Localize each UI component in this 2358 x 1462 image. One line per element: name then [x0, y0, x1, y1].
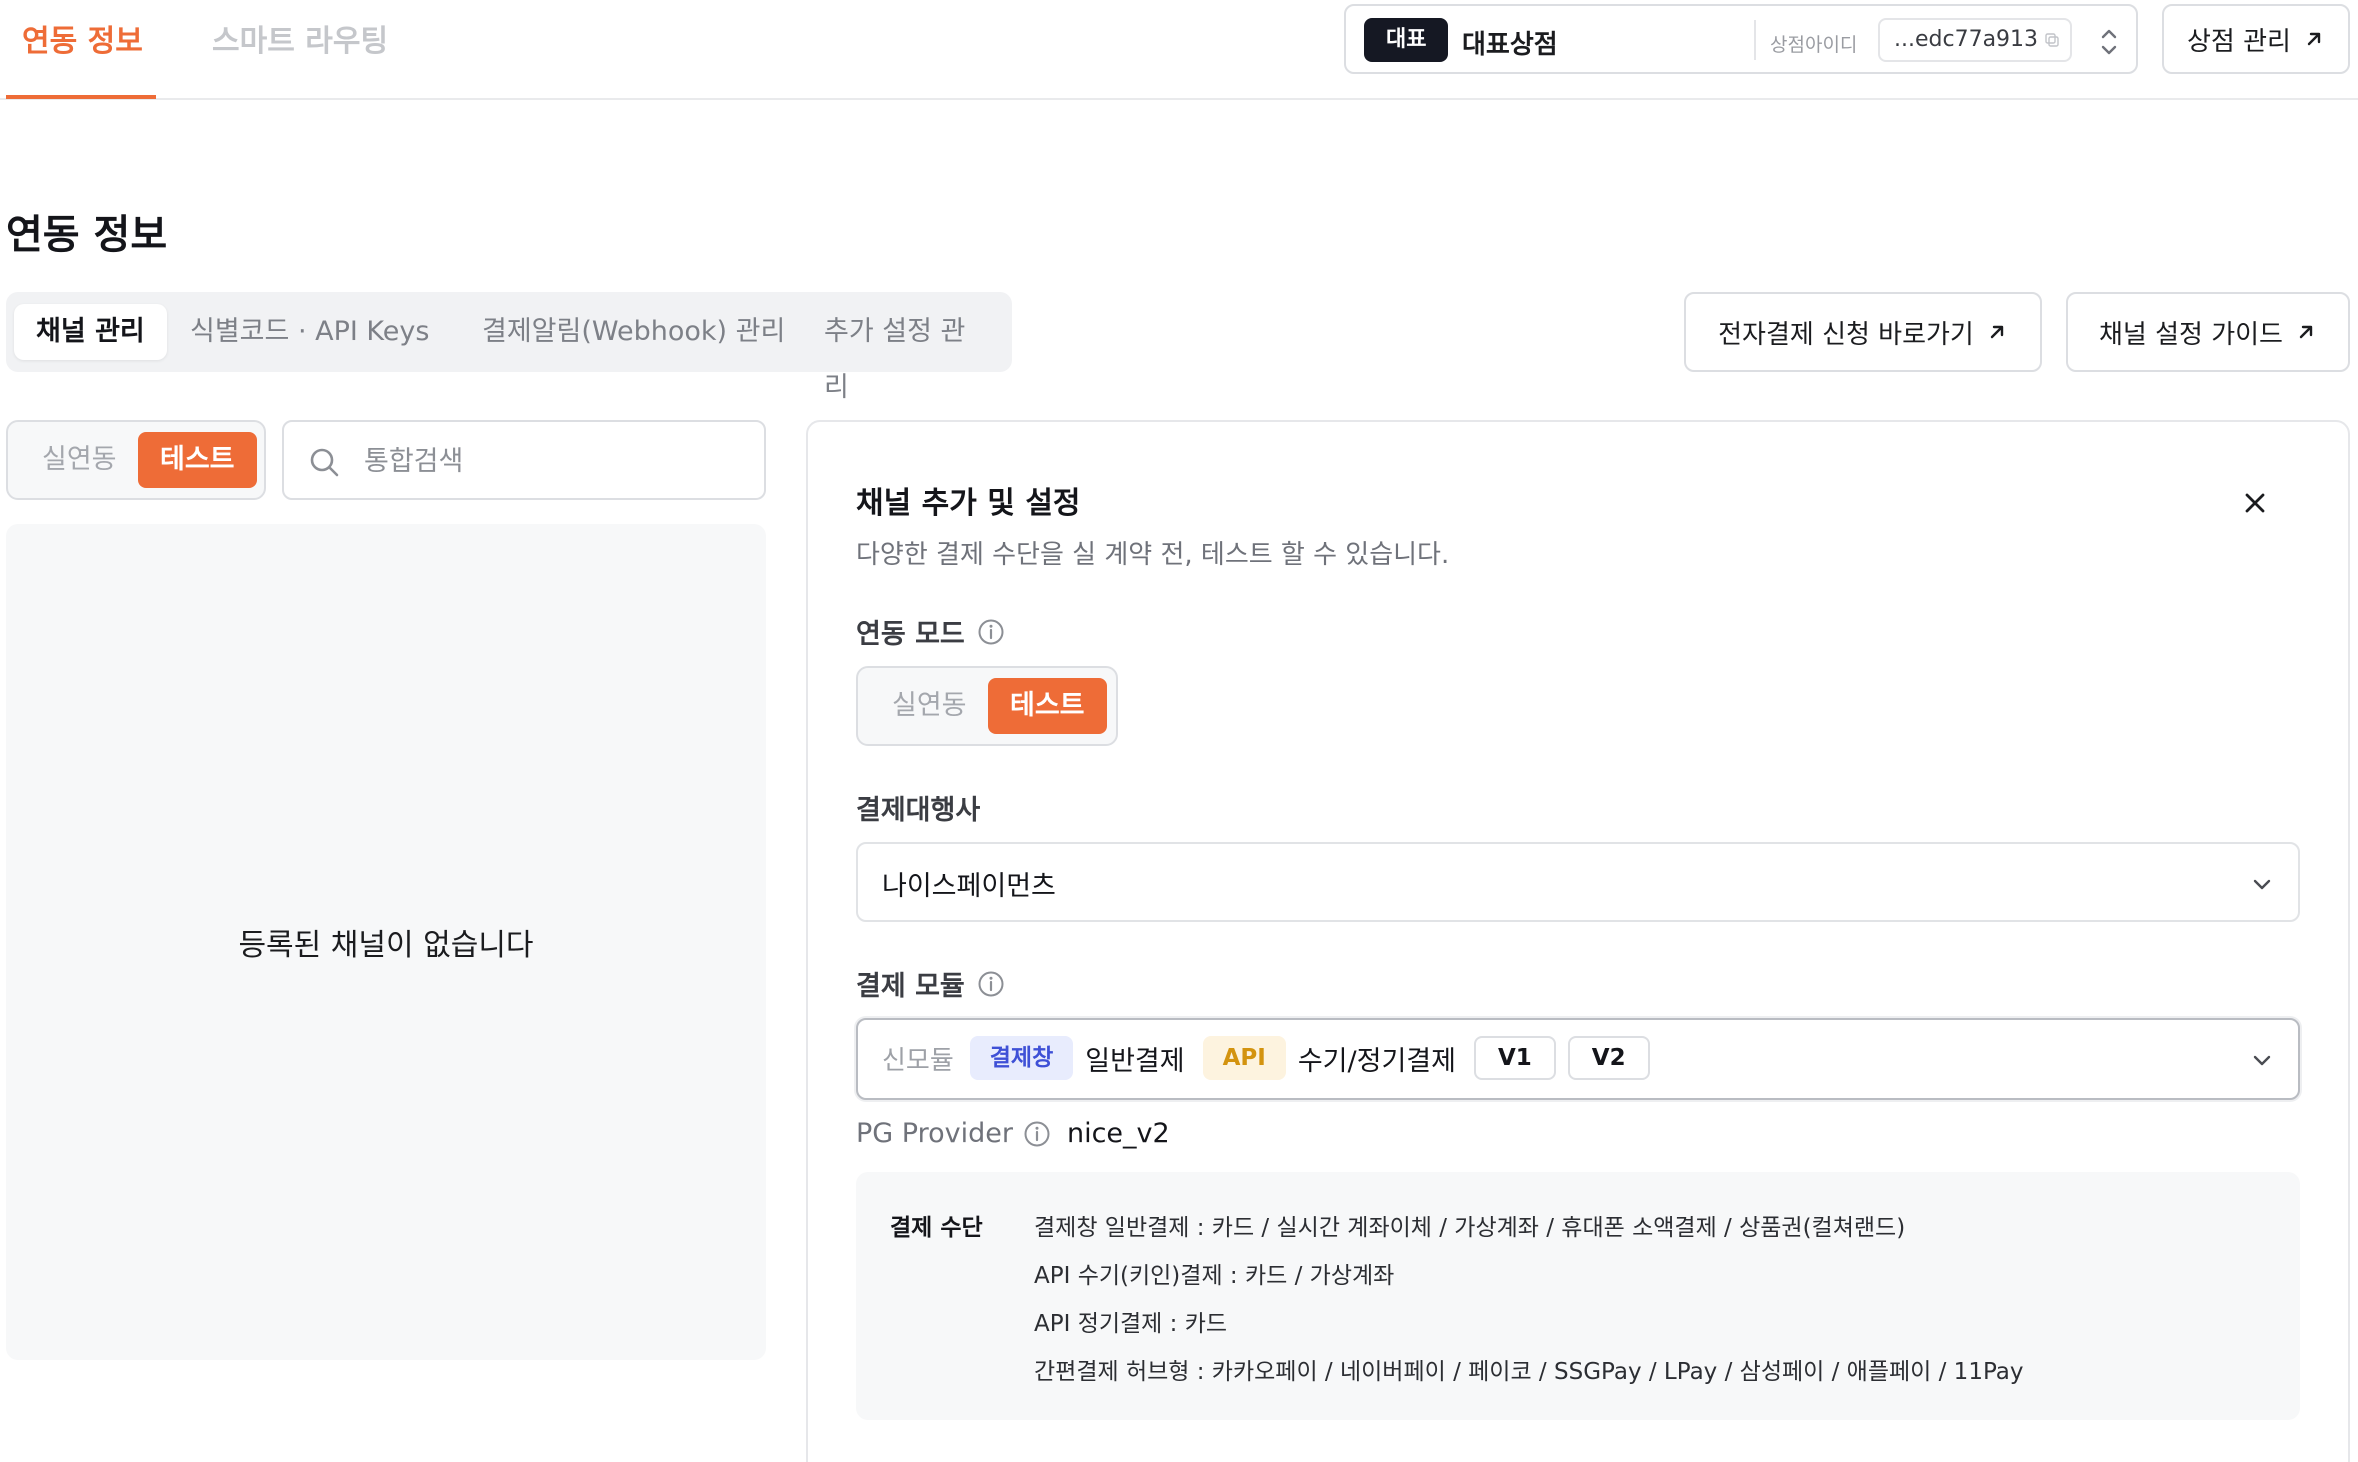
payment-method-line: 간편결제 허브형 : 카카오페이 / 네이버페이 / 페이코 / SSGPay …	[1034, 1359, 2024, 1385]
representative-badge: 대표	[1364, 18, 1449, 62]
mode-label: 연동 모드	[856, 612, 1005, 651]
pg-select-value: 나이스페이먼츠	[882, 871, 1056, 902]
pg-provider-row: PG Provider nice_v2	[856, 1118, 1170, 1149]
list-mode-toggle: 실연동 테스트	[6, 420, 266, 500]
drawer-title: 채널 추가 및 설정	[856, 486, 1081, 521]
tab-smart-routing[interactable]: 스마트 라우팅	[212, 16, 388, 60]
channel-guide-label: 채널 설정 가이드	[2099, 319, 2283, 350]
apply-payment-link-button[interactable]: 전자결제 신청 바로가기	[1684, 292, 2042, 372]
chevron-down-icon	[2253, 879, 2271, 890]
info-icon[interactable]	[1023, 1120, 1051, 1148]
api-chip: API	[1202, 1036, 1286, 1080]
sub-tabs: 채널 관리 식별코드 · API Keys 결제알림(Webhook) 관리 추…	[6, 292, 1012, 403]
list-mode-test[interactable]: 테스트	[138, 432, 257, 488]
new-module-label: 신모듈	[882, 1045, 954, 1076]
active-tab-indicator	[6, 95, 156, 99]
payment-window-chip: 결제창	[969, 1036, 1074, 1080]
module-label-text: 결제 모듈	[856, 971, 965, 1002]
search-icon	[310, 448, 339, 477]
chevron-up-down-icon	[2101, 29, 2117, 55]
pg-label: 결제대행사	[856, 788, 980, 827]
payment-methods-label: 결제 수단	[890, 1215, 983, 1241]
pg-provider-value: nice_v2	[1066, 1118, 1170, 1149]
tab-channel-management[interactable]: 채널 관리	[14, 304, 167, 360]
payment-method-line: API 수기(키인)결제 : 카드 / 가상계좌	[1034, 1263, 1395, 1289]
store-selector[interactable]: 대표 대표상점 상점아이디 ...edc77a913	[1344, 4, 2138, 74]
store-manage-button[interactable]: 상점 관리	[2162, 4, 2350, 74]
tab-integration-info[interactable]: 연동 정보	[22, 16, 143, 60]
copy-icon[interactable]	[2044, 32, 2060, 48]
store-name: 대표상점	[1462, 30, 1558, 60]
module-select-content: 신모듈 결제창 일반결제 API 수기/정기결제 V1 V2	[882, 1034, 1650, 1082]
pg-select[interactable]: 나이스페이먼츠	[856, 842, 2300, 922]
drawer-mode-live[interactable]: 실연동	[870, 678, 989, 734]
drawer-description: 다양한 결제 수단을 실 계약 전, 테스트 할 수 있습니다.	[856, 540, 1450, 570]
top-nav: 연동 정보 스마트 라우팅 대표 대표상점 상점아이디 ...edc77a913…	[0, 0, 2358, 100]
external-link-icon	[1990, 325, 2004, 339]
info-icon[interactable]	[977, 618, 1005, 646]
external-link-icon	[2307, 32, 2321, 46]
version-v2-chip: V2	[1567, 1036, 1650, 1080]
store-id-value: ...edc77a913	[1894, 27, 2039, 52]
apply-payment-link-label: 전자결제 신청 바로가기	[1718, 319, 1974, 350]
close-icon[interactable]	[2240, 488, 2270, 518]
recurring-payment-text: 수기/정기결제	[1297, 1045, 1456, 1077]
store-selector-divider	[1754, 20, 1756, 60]
tab-identifier-api-keys[interactable]: 식별코드 · API Keys	[168, 304, 451, 360]
tab-webhook-management[interactable]: 결제알림(Webhook) 관리	[460, 304, 807, 360]
channel-list-empty: 등록된 채널이 없습니다	[6, 524, 766, 1360]
channel-settings-drawer: 채널 추가 및 설정 다양한 결제 수단을 실 계약 전, 테스트 할 수 있습…	[806, 420, 2350, 1462]
mode-label-text: 연동 모드	[856, 619, 965, 650]
list-mode-live[interactable]: 실연동	[20, 432, 139, 488]
store-manage-label: 상점 관리	[2187, 26, 2291, 57]
chevron-down-icon	[2253, 1055, 2271, 1066]
general-payment-text: 일반결제	[1085, 1045, 1185, 1077]
search-box	[282, 420, 766, 500]
drawer-mode-test[interactable]: 테스트	[988, 678, 1107, 734]
store-id-box[interactable]: ...edc77a913	[1878, 18, 2072, 62]
store-id-label: 상점아이디	[1770, 34, 1858, 56]
channel-guide-button[interactable]: 채널 설정 가이드	[2066, 292, 2350, 372]
search-input[interactable]	[364, 438, 744, 484]
pg-label-text: 결제대행사	[856, 795, 981, 826]
module-select[interactable]: 신모듈 결제창 일반결제 API 수기/정기결제 V1 V2	[856, 1018, 2300, 1100]
drawer-mode-toggle: 실연동 테스트	[856, 666, 1118, 746]
payment-method-line: API 정기결제 : 카드	[1034, 1311, 1228, 1337]
external-link-icon	[2299, 325, 2313, 339]
empty-state-message: 등록된 채널이 없습니다	[238, 928, 534, 963]
page-title: 연동 정보	[6, 212, 168, 258]
pg-provider-label: PG Provider	[856, 1118, 1013, 1149]
version-v1-chip: V1	[1473, 1036, 1556, 1080]
module-label: 결제 모듈	[856, 964, 1005, 1003]
payment-methods-box: 결제 수단 결제창 일반결제 : 카드 / 실시간 계좌이체 / 가상계좌 / …	[856, 1172, 2300, 1420]
info-icon[interactable]	[977, 970, 1005, 998]
payment-method-line: 결제창 일반결제 : 카드 / 실시간 계좌이체 / 가상계좌 / 휴대폰 소액…	[1034, 1215, 1906, 1241]
tab-additional-settings[interactable]: 추가 설정 관리	[802, 304, 1012, 403]
